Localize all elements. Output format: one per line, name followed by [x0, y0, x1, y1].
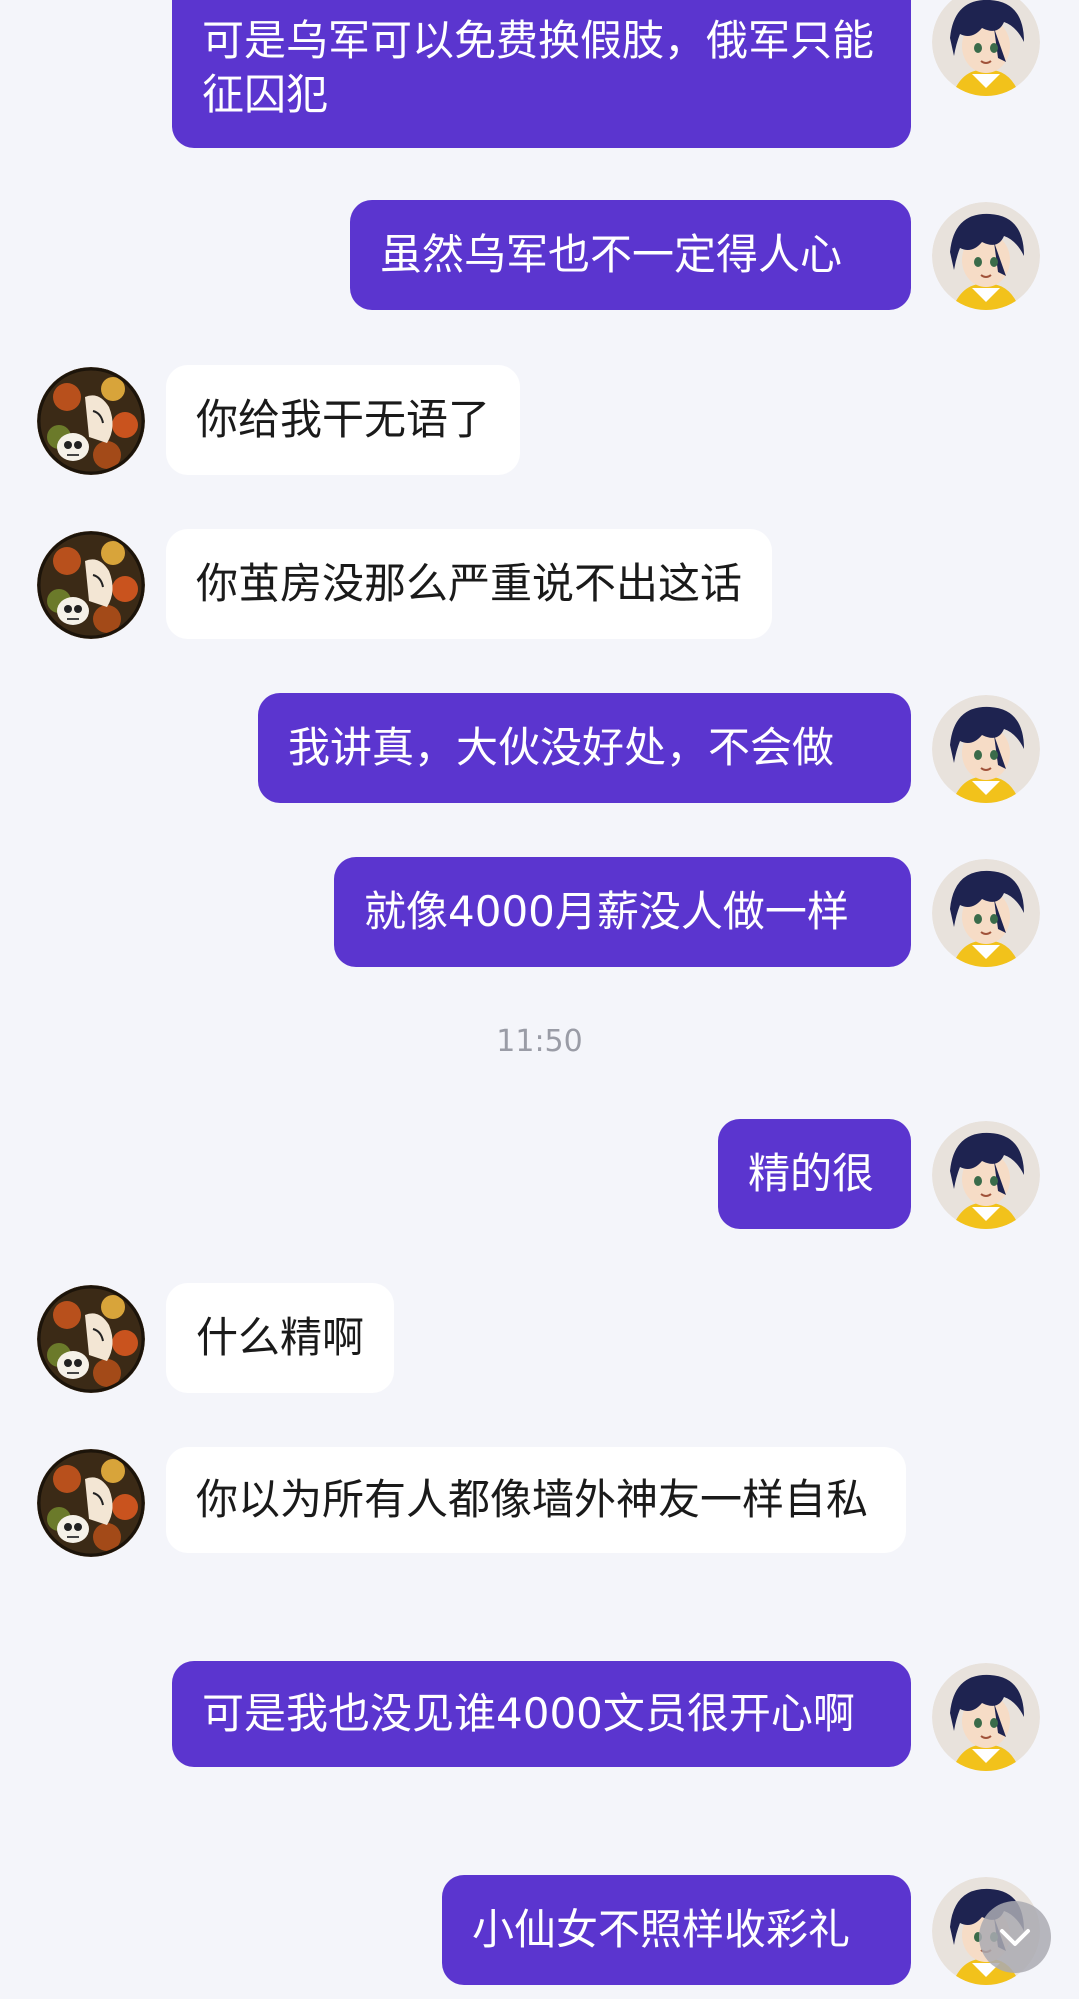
- anime-boy-avatar-icon: [932, 1121, 1040, 1229]
- contact-avatar[interactable]: [37, 367, 145, 475]
- message-bubble[interactable]: 什么精啊: [166, 1283, 395, 1393]
- anime-boy-avatar-icon: [932, 1663, 1040, 1771]
- floral-skull-avatar-icon: [37, 531, 145, 639]
- my-avatar[interactable]: [932, 0, 1040, 96]
- message-bubble[interactable]: 虽然乌军也不一定得人心: [350, 200, 911, 310]
- message-timestamp: 11:50: [496, 1024, 583, 1059]
- message-bubble[interactable]: 小仙女不照样收彩礼: [442, 1875, 911, 1985]
- message-bubble[interactable]: 你茧房没那么严重说不出这话: [166, 529, 773, 639]
- anime-boy-avatar-icon: [932, 0, 1040, 96]
- contact-avatar[interactable]: [37, 1285, 145, 1393]
- floral-skull-avatar-icon: [37, 367, 145, 475]
- my-avatar[interactable]: [932, 695, 1040, 803]
- floral-skull-avatar-icon: [37, 1285, 145, 1393]
- message-bubble[interactable]: 可是乌军可以免费换假肢，俄军只能征囚犯: [172, 0, 911, 148]
- chevron-down-icon: [1000, 1929, 1030, 1946]
- my-avatar[interactable]: [932, 1121, 1040, 1229]
- my-avatar[interactable]: [932, 859, 1040, 967]
- message-bubble[interactable]: 就像4000月薪没人做一样: [334, 857, 911, 967]
- floral-skull-avatar-icon: [37, 1449, 145, 1557]
- contact-avatar[interactable]: [37, 1449, 145, 1557]
- anime-boy-avatar-icon: [932, 695, 1040, 803]
- contact-avatar[interactable]: [37, 531, 145, 639]
- scroll-to-bottom-button[interactable]: [979, 1901, 1051, 1973]
- anime-boy-avatar-icon: [932, 202, 1040, 310]
- message-bubble[interactable]: 你给我干无语了: [166, 365, 521, 475]
- message-bubble[interactable]: 精的很: [718, 1119, 911, 1229]
- message-bubble[interactable]: 可是我也没见谁4000文员很开心啊: [172, 1661, 911, 1767]
- message-bubble[interactable]: 我讲真，大伙没好处，不会做: [258, 693, 911, 803]
- anime-boy-avatar-icon: [932, 859, 1040, 967]
- message-bubble[interactable]: 你以为所有人都像墙外神友一样自私: [166, 1447, 906, 1553]
- my-avatar[interactable]: [932, 202, 1040, 310]
- my-avatar[interactable]: [932, 1663, 1040, 1771]
